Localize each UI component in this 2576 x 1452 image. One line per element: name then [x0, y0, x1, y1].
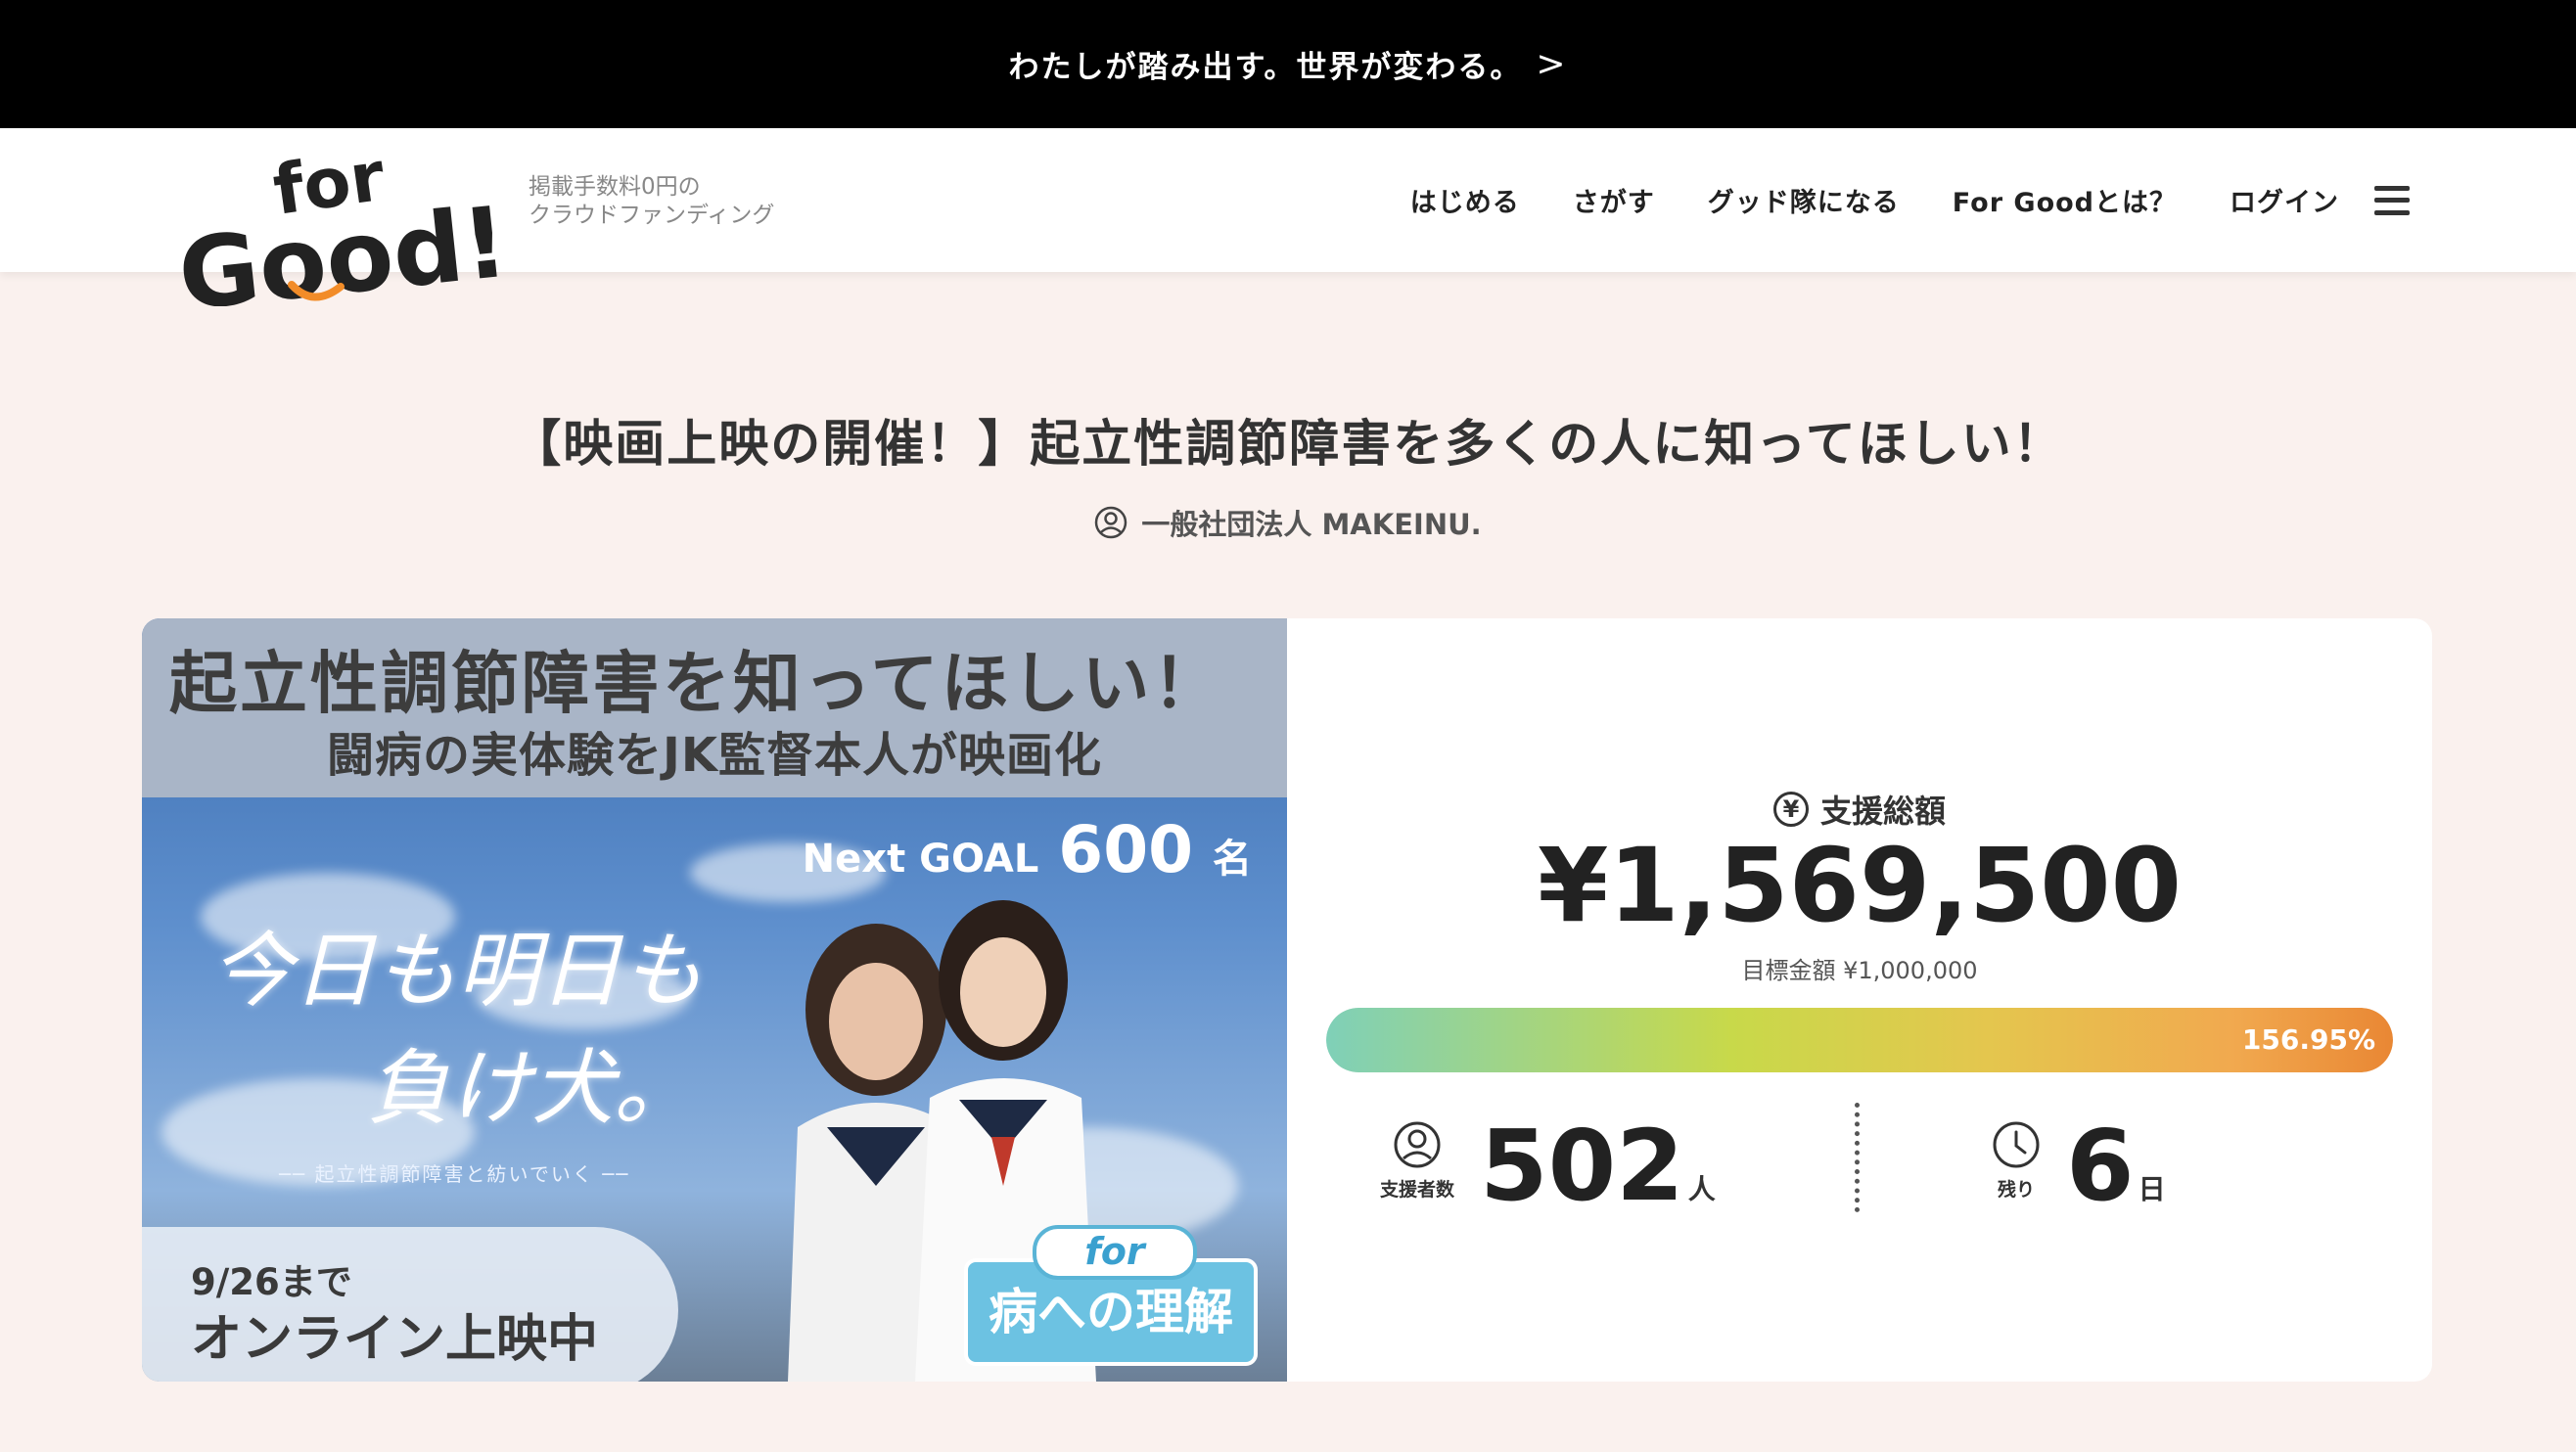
film-title-line-2: 負け犬。 [367, 1040, 697, 1136]
user-circle-icon [1394, 1121, 1441, 1168]
project-card: 起立性調節障害を知ってほしい！ 闘病の実体験をJK監督本人が映画化 Next G… [142, 618, 2432, 1382]
announcement-bar[interactable]: わたしが踏み出す。世界が変わる。 > [0, 0, 2576, 128]
supporters-stat: 支援者数 502 人 [1380, 1098, 1716, 1215]
nav-login[interactable]: ログイン [2230, 181, 2339, 219]
next-goal-value: 600 [1058, 812, 1194, 887]
nav-start[interactable]: はじめる [1410, 181, 1520, 219]
progress-bar-fill [1326, 1008, 2393, 1072]
site-header: for Good! 掲載手数料0円の クラウドファンディング はじめる さがす … [0, 128, 2576, 306]
hero-header-band: 起立性調節障害を知ってほしい！ 闘病の実体験をJK監督本人が映画化 [142, 618, 1287, 797]
amount-raised: ¥1,569,500 [1538, 826, 2182, 945]
progress-bar: 156.95% [1326, 1008, 2393, 1072]
clock-icon [1993, 1121, 2040, 1168]
supporters-label: 支援者数 [1380, 1179, 1455, 1201]
nav-good-squad[interactable]: グッド隊になる [1708, 181, 1900, 219]
project-owner[interactable]: 一般社団法人 MAKEINU. [0, 502, 2576, 543]
chevron-right-icon: > [1536, 44, 1568, 84]
main-nav: はじめる さがす グッド隊になる For Goodとは？ ログイン [1357, 128, 2410, 272]
supporters-unit: 人 [1687, 1173, 1716, 1205]
hamburger-menu-icon[interactable] [2374, 185, 2410, 215]
user-circle-icon [1095, 506, 1127, 539]
progress-percent: 156.95% [2241, 1023, 2375, 1056]
tagline: 掲載手数料0円の クラウドファンディング [529, 173, 774, 230]
announcement-text[interactable]: わたしが踏み出す。世界が変わる。 [1008, 42, 1522, 86]
film-subtitle: ── 起立性調節障害と紡いでいく ── [279, 1162, 630, 1186]
remaining-stat: 残り 6 日 [1992, 1098, 2166, 1215]
film-title: 今日も明日も 負け犬。 [210, 912, 704, 1147]
for-badge-pill: for [1033, 1225, 1197, 1280]
for-badge: 病への理解 for [964, 1225, 1258, 1382]
tagline-line-2: クラウドファンディング [529, 203, 775, 228]
next-goal-label: Next GOAL [802, 837, 1039, 882]
remaining-value: 6 [2066, 1109, 2135, 1223]
nav-about[interactable]: For Goodとは？ [1953, 181, 2177, 219]
supporters-value: 502 [1480, 1109, 1684, 1223]
target-amount: 目標金額 ¥1,000,000 [1741, 957, 1978, 984]
screening-text: オンライン上映中 [191, 1310, 599, 1369]
screening-bubble: 9/26まで オンライン上映中 [142, 1227, 678, 1382]
project-hero-image: 起立性調節障害を知ってほしい！ 闘病の実体験をJK監督本人が映画化 Next G… [142, 618, 1287, 1382]
funding-stats: ¥ 支援総額 ¥1,569,500 目標金額 ¥1,000,000 156.95… [1287, 618, 2432, 1382]
next-goal-unit: 名 [1213, 837, 1252, 882]
hero-subheadline: 闘病の実体験をJK監督本人が映画化 [326, 728, 1103, 783]
owner-name[interactable]: 一般社団法人 MAKEINU. [1141, 502, 1481, 543]
stats-divider [1855, 1103, 1860, 1212]
hero-headline: 起立性調節障害を知ってほしい！ [169, 645, 1223, 723]
next-goal: Next GOAL 600 名 [803, 812, 1252, 887]
film-title-line-1: 今日も明日も [210, 923, 705, 1019]
remaining-label: 残り [1997, 1179, 2035, 1201]
nav-search[interactable]: さがす [1573, 181, 1655, 219]
tagline-line-1: 掲載手数料0円の [529, 174, 701, 200]
for-good-logo[interactable]: for Good! [176, 150, 509, 306]
project-title: 【映画上映の開催！】起立性調節障害を多くの人に知ってほしい！ [511, 416, 2065, 474]
remaining-unit: 日 [2138, 1173, 2166, 1205]
yen-circle-icon: ¥ [1772, 792, 1809, 827]
